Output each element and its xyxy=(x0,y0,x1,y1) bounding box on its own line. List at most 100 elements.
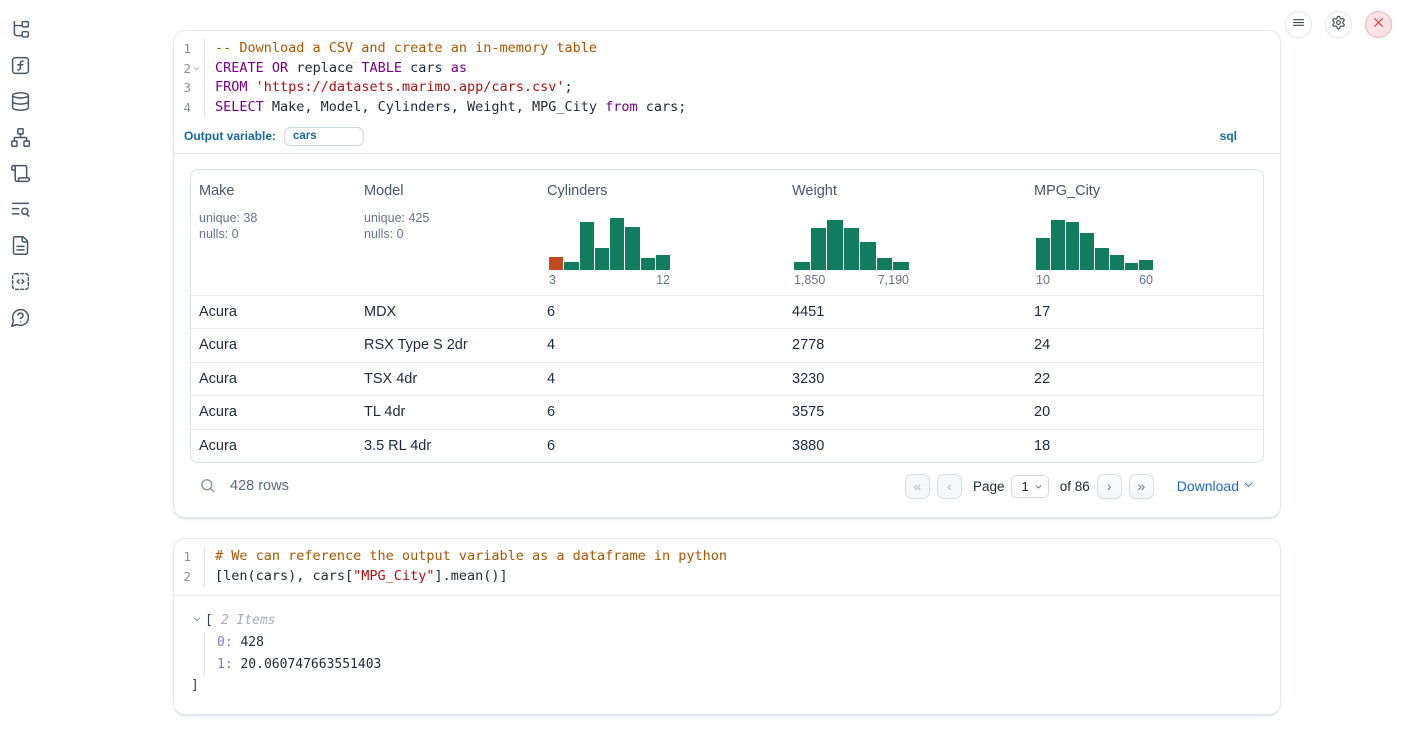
column-header-MPG_City[interactable]: MPG_City1060 xyxy=(1026,170,1263,295)
tree-entry-value: 428 xyxy=(233,635,264,650)
table-cell: 6 xyxy=(539,396,784,429)
tree-open-bracket: [ xyxy=(205,613,213,628)
pagination: « ‹ Page 1 of 86 › » Download xyxy=(905,474,1262,499)
table-cell: MDX xyxy=(356,296,539,329)
code-line: 1# We can reference the output variable … xyxy=(174,547,1280,567)
table-cell: Acura xyxy=(191,396,356,429)
menu-button[interactable] xyxy=(1285,11,1312,38)
table-header: Makeunique: 38nulls: 0Modelunique: 425nu… xyxy=(191,170,1263,295)
scroll-icon xyxy=(10,163,31,189)
fold-chevron-icon[interactable] xyxy=(191,63,202,74)
column-name: Make xyxy=(199,183,348,199)
chevron-left-icon: ‹ xyxy=(947,478,952,494)
table-cell: 18 xyxy=(1026,430,1263,463)
histogram-bar xyxy=(1036,238,1050,270)
table-footer: 428 rows « ‹ Page 1 of 86 › » Download xyxy=(190,463,1264,509)
topbar-actions xyxy=(1285,11,1392,38)
histogram-bar xyxy=(1066,222,1080,270)
search-icon[interactable] xyxy=(199,477,217,495)
sidebar-item-variables[interactable] xyxy=(9,57,31,79)
table-cell: 22 xyxy=(1026,363,1263,396)
chevron-down-icon xyxy=(192,613,202,628)
sidebar-item-documentation[interactable] xyxy=(9,237,31,259)
close-icon xyxy=(1371,15,1386,35)
tree-items-count: 2 Items xyxy=(221,613,276,628)
sidebar-item-help[interactable] xyxy=(9,309,31,331)
tree-collapse-button[interactable] xyxy=(191,615,203,627)
notebook-area: 1-- Download a CSV and create an in-memo… xyxy=(173,0,1281,715)
page-select[interactable]: 1 xyxy=(1011,475,1048,498)
sidebar-item-data-sources[interactable] xyxy=(9,93,31,115)
prev-page-button[interactable]: ‹ xyxy=(937,474,962,499)
column-header-Make[interactable]: Makeunique: 38nulls: 0 xyxy=(191,170,356,295)
table-cell: Acura xyxy=(191,296,356,329)
column-header-Weight[interactable]: Weight1,8507,190 xyxy=(784,170,1026,295)
sidebar-item-dependencies[interactable] xyxy=(9,129,31,151)
histogram-bar xyxy=(1080,233,1094,270)
histogram-bar xyxy=(893,262,909,270)
histogram-bar xyxy=(1139,260,1153,270)
histogram-bar xyxy=(1095,248,1109,270)
table-cell: RSX Type S 2dr xyxy=(356,329,539,362)
sidebar-item-search[interactable] xyxy=(9,201,31,223)
last-page-button[interactable]: » xyxy=(1129,474,1154,499)
output-variable-row: Output variable: sql xyxy=(174,127,1280,154)
histogram-bar xyxy=(1110,255,1124,270)
histogram-bar xyxy=(877,258,893,270)
table-cell: 3575 xyxy=(784,396,1026,429)
tree-root-row: [ 2 Items xyxy=(191,610,1264,632)
code-text: # We can reference the output variable a… xyxy=(205,547,727,567)
download-button[interactable]: Download xyxy=(1177,477,1254,495)
table-cell: TSX 4dr xyxy=(356,363,539,396)
output-variable-input[interactable] xyxy=(284,127,364,146)
hamburger-icon xyxy=(1291,15,1306,35)
histogram-bar xyxy=(656,255,670,270)
column-header-Model[interactable]: Modelunique: 425nulls: 0 xyxy=(356,170,539,295)
code-text: FROM 'https://datasets.marimo.app/cars.c… xyxy=(205,78,573,98)
sidebar-item-logs[interactable] xyxy=(9,165,31,187)
table-cell: 3.5 RL 4dr xyxy=(356,430,539,463)
table-body: AcuraMDX6445117AcuraRSX Type S 2dr427782… xyxy=(191,295,1263,463)
python-code-editor[interactable]: 1# We can reference the output variable … xyxy=(174,539,1280,595)
histogram-bar xyxy=(641,258,655,270)
code-text: SELECT Make, Model, Cylinders, Weight, M… xyxy=(205,98,686,118)
histogram-bar xyxy=(811,228,827,270)
sidebar-item-file-explorer[interactable] xyxy=(9,21,31,43)
table-cell: 17 xyxy=(1026,296,1263,329)
settings-button[interactable] xyxy=(1325,11,1352,38)
line-number: 2 xyxy=(183,567,191,587)
column-header-Cylinders[interactable]: Cylinders312 xyxy=(539,170,784,295)
next-page-button[interactable]: › xyxy=(1097,474,1122,499)
table-cell: 4451 xyxy=(784,296,1026,329)
python-cell: 1# We can reference the output variable … xyxy=(173,538,1281,714)
histogram-bar xyxy=(580,222,594,270)
tree-entry-key: 0: xyxy=(217,635,233,650)
help-bubble-icon xyxy=(10,307,31,333)
histogram-bar xyxy=(625,227,639,270)
chevron-down-icon xyxy=(1243,477,1254,495)
table-row: AcuraTSX 4dr4323022 xyxy=(191,362,1263,396)
shutdown-button[interactable] xyxy=(1365,11,1392,38)
column-histogram: 1060 xyxy=(1036,214,1153,287)
histogram-bar xyxy=(1125,263,1139,270)
line-gutter: 2 xyxy=(174,567,205,587)
histogram-bar xyxy=(595,248,609,270)
table-cell: 2778 xyxy=(784,329,1026,362)
sidebar-item-snippets[interactable] xyxy=(9,273,31,295)
page-label: Page xyxy=(973,479,1005,494)
row-count: 428 rows xyxy=(230,478,289,494)
table-cell: Acura xyxy=(191,363,356,396)
histogram-bar xyxy=(827,220,843,270)
sql-cell: 1-- Download a CSV and create an in-memo… xyxy=(173,30,1281,518)
sql-code-editor[interactable]: 1-- Download a CSV and create an in-memo… xyxy=(174,31,1280,127)
table-row: Acura3.5 RL 4dr6388018 xyxy=(191,429,1263,463)
file-text-icon xyxy=(10,235,31,261)
first-page-button[interactable]: « xyxy=(905,474,930,499)
table-cell: TL 4dr xyxy=(356,396,539,429)
chevrons-right-icon: » xyxy=(1137,478,1145,494)
chevrons-left-icon: « xyxy=(914,478,922,494)
histogram-bar xyxy=(549,257,563,270)
function-square-icon xyxy=(10,55,31,81)
line-number: 2 xyxy=(183,59,191,79)
column-histogram: 312 xyxy=(549,214,670,287)
